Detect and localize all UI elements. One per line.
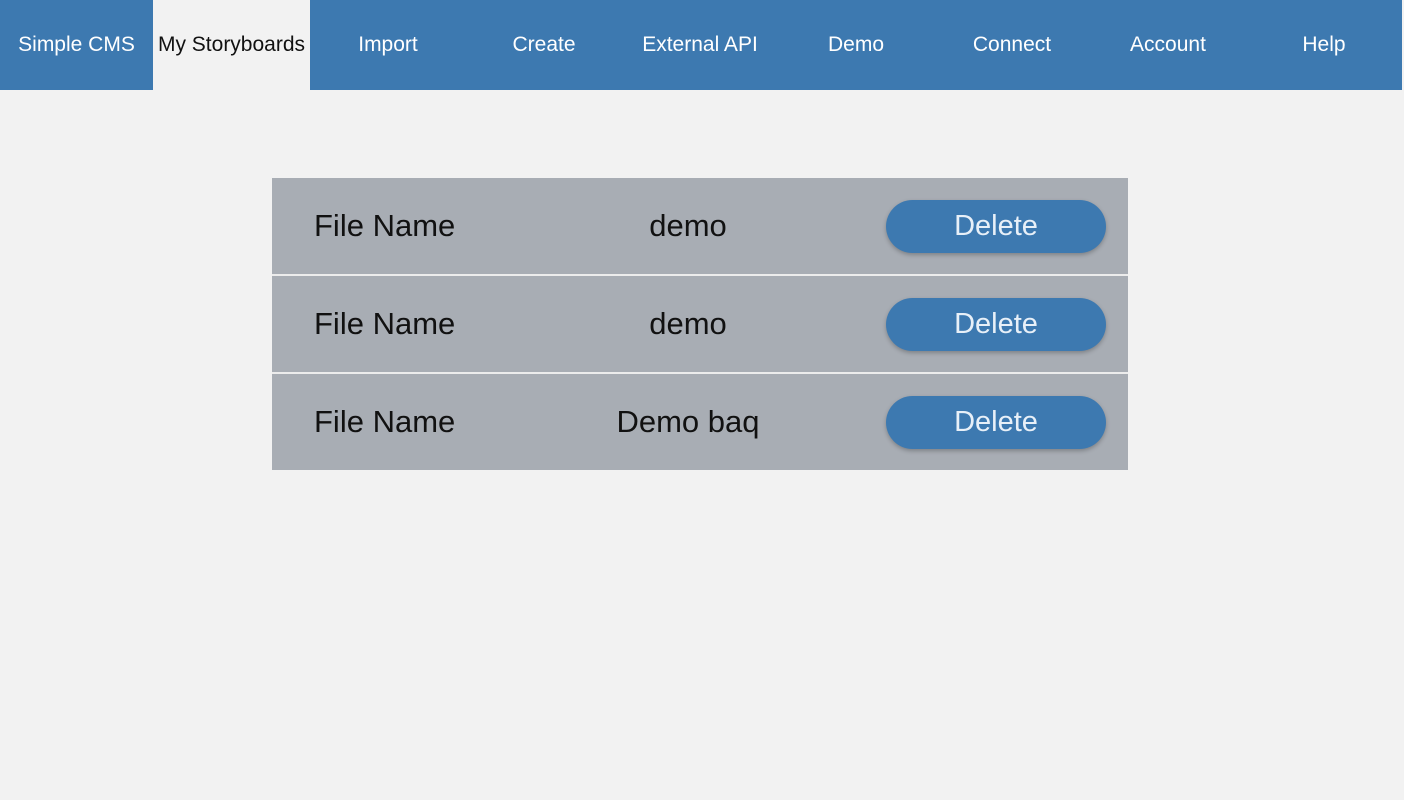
file-name-label: File Name [314, 306, 456, 341]
file-name-value: Demo baq [616, 404, 760, 439]
file-name-value: demo [649, 208, 727, 243]
file-name-label: File Name [314, 208, 456, 243]
delete-button[interactable]: Delete [886, 298, 1106, 351]
file-name-label: File Name [314, 404, 456, 439]
nav-tab-external-api[interactable]: External API [622, 0, 778, 90]
file-row: File Name demo Delete [272, 276, 1128, 374]
delete-button[interactable]: Delete [886, 200, 1106, 253]
file-name-value: demo [649, 306, 727, 341]
top-nav-bar: Simple CMS My Storyboards Import Create … [0, 0, 1402, 90]
nav-tab-create[interactable]: Create [466, 0, 622, 90]
storyboard-file-list: File Name demo Delete File Name demo Del… [272, 178, 1128, 470]
nav-tab-connect[interactable]: Connect [934, 0, 1090, 90]
nav-tab-help[interactable]: Help [1246, 0, 1402, 90]
nav-tab-demo[interactable]: Demo [778, 0, 934, 90]
nav-brand-simple-cms[interactable]: Simple CMS [0, 0, 153, 90]
file-row: File Name Demo baq Delete [272, 374, 1128, 470]
delete-button[interactable]: Delete [886, 396, 1106, 449]
nav-tab-import[interactable]: Import [310, 0, 466, 90]
file-row: File Name demo Delete [272, 178, 1128, 276]
nav-tab-account[interactable]: Account [1090, 0, 1246, 90]
nav-tab-my-storyboards[interactable]: My Storyboards [153, 0, 310, 90]
